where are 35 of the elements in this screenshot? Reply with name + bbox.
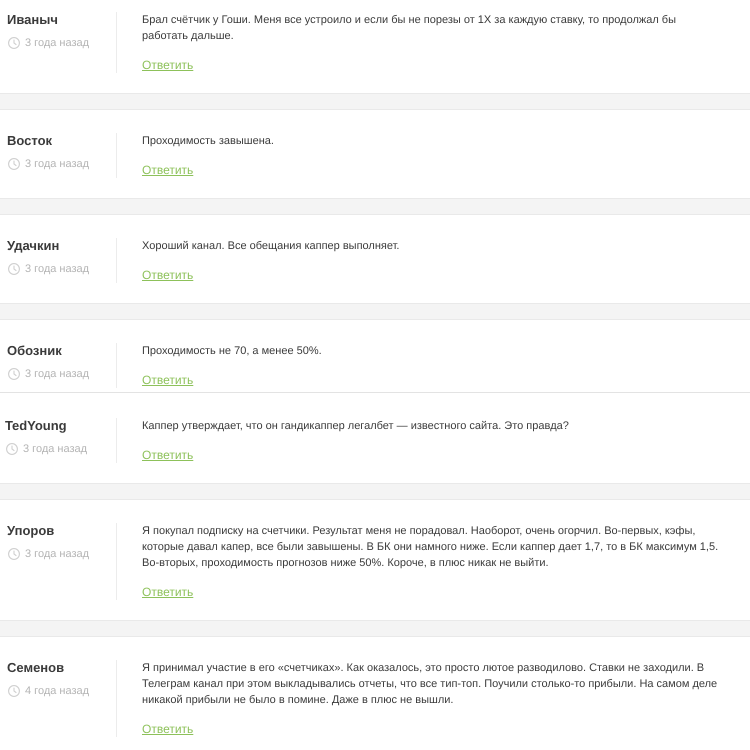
- timestamp: 3 года назад: [25, 157, 90, 172]
- timestamp: 3 года назад: [25, 547, 90, 562]
- reply-link[interactable]: Ответить: [142, 447, 194, 463]
- comment-text: Проходимость завышена.: [142, 134, 275, 149]
- reply-link[interactable]: Ответить: [142, 57, 194, 73]
- timestamp: 3 года назад: [25, 36, 90, 51]
- clock-icon: [8, 368, 20, 380]
- comment-text: Брал счётчик у Гоши. Меня все устроило и если бы не порезы от 1X за каждую ставку, то продолжал бы работать дальше.: [142, 13, 678, 44]
- author-name: Иваныч: [7, 12, 59, 28]
- author-name: Обозник: [7, 343, 63, 359]
- clock-icon: [8, 685, 20, 697]
- reply-link[interactable]: Ответить: [142, 372, 194, 388]
- timestamp: 3 года назад: [25, 262, 90, 277]
- comment-text: Я покупал подписку на счетчики. Результат меня не порадовал. Наоборот, очень огорчил. Во-первых, кэфы, которые давал капер, все были завышены. В БК они намного ниже. Если каппер дает 1,7, то в БК максимум 1,5. Во-вторых, проходимость прогнозов ниже 50%. Короче, в плюс никак не выйти.: [142, 524, 720, 571]
- clock-icon: [8, 37, 20, 49]
- reply-link[interactable]: Ответить: [142, 584, 194, 600]
- author-name: Упоров: [7, 523, 56, 539]
- clock-icon: [8, 548, 20, 560]
- comment-text: Я принимал участие в его «счетчиках». Как оказалось, это просто лютое разводилово. Ставки не заходили. В Телеграм канал при этом выкладывались отчеты, что все тип-топ. Поучили столько-то прибыли. На самом деле никакой прибыли не было в помине. Даже в плюс не вышли.: [142, 661, 718, 708]
- clock-icon: [8, 158, 20, 170]
- comment-text: Хороший канал. Все обещания каппер выполняет.: [142, 239, 400, 254]
- author-name: Удачкин: [7, 238, 60, 254]
- timestamp: 3 года назад: [25, 367, 90, 382]
- comment-text: Каппер утверждает, что он гандикаппер легалбет — известного сайта. Это правда?: [142, 419, 570, 434]
- author-name: TedYoung: [5, 418, 68, 434]
- clock-icon: [6, 443, 18, 455]
- timestamp: 3 года назад: [23, 442, 88, 457]
- timestamp: 4 года назад: [25, 684, 90, 699]
- clock-icon: [8, 263, 20, 275]
- reply-link[interactable]: Ответить: [142, 162, 194, 178]
- author-name: Восток: [7, 133, 54, 149]
- reply-link[interactable]: Ответить: [142, 267, 194, 283]
- reply-link[interactable]: Ответить: [142, 721, 194, 737]
- author-name: Семенов: [7, 660, 66, 676]
- comment-text: Проходимость не 70, а менее 50%.: [142, 344, 323, 359]
